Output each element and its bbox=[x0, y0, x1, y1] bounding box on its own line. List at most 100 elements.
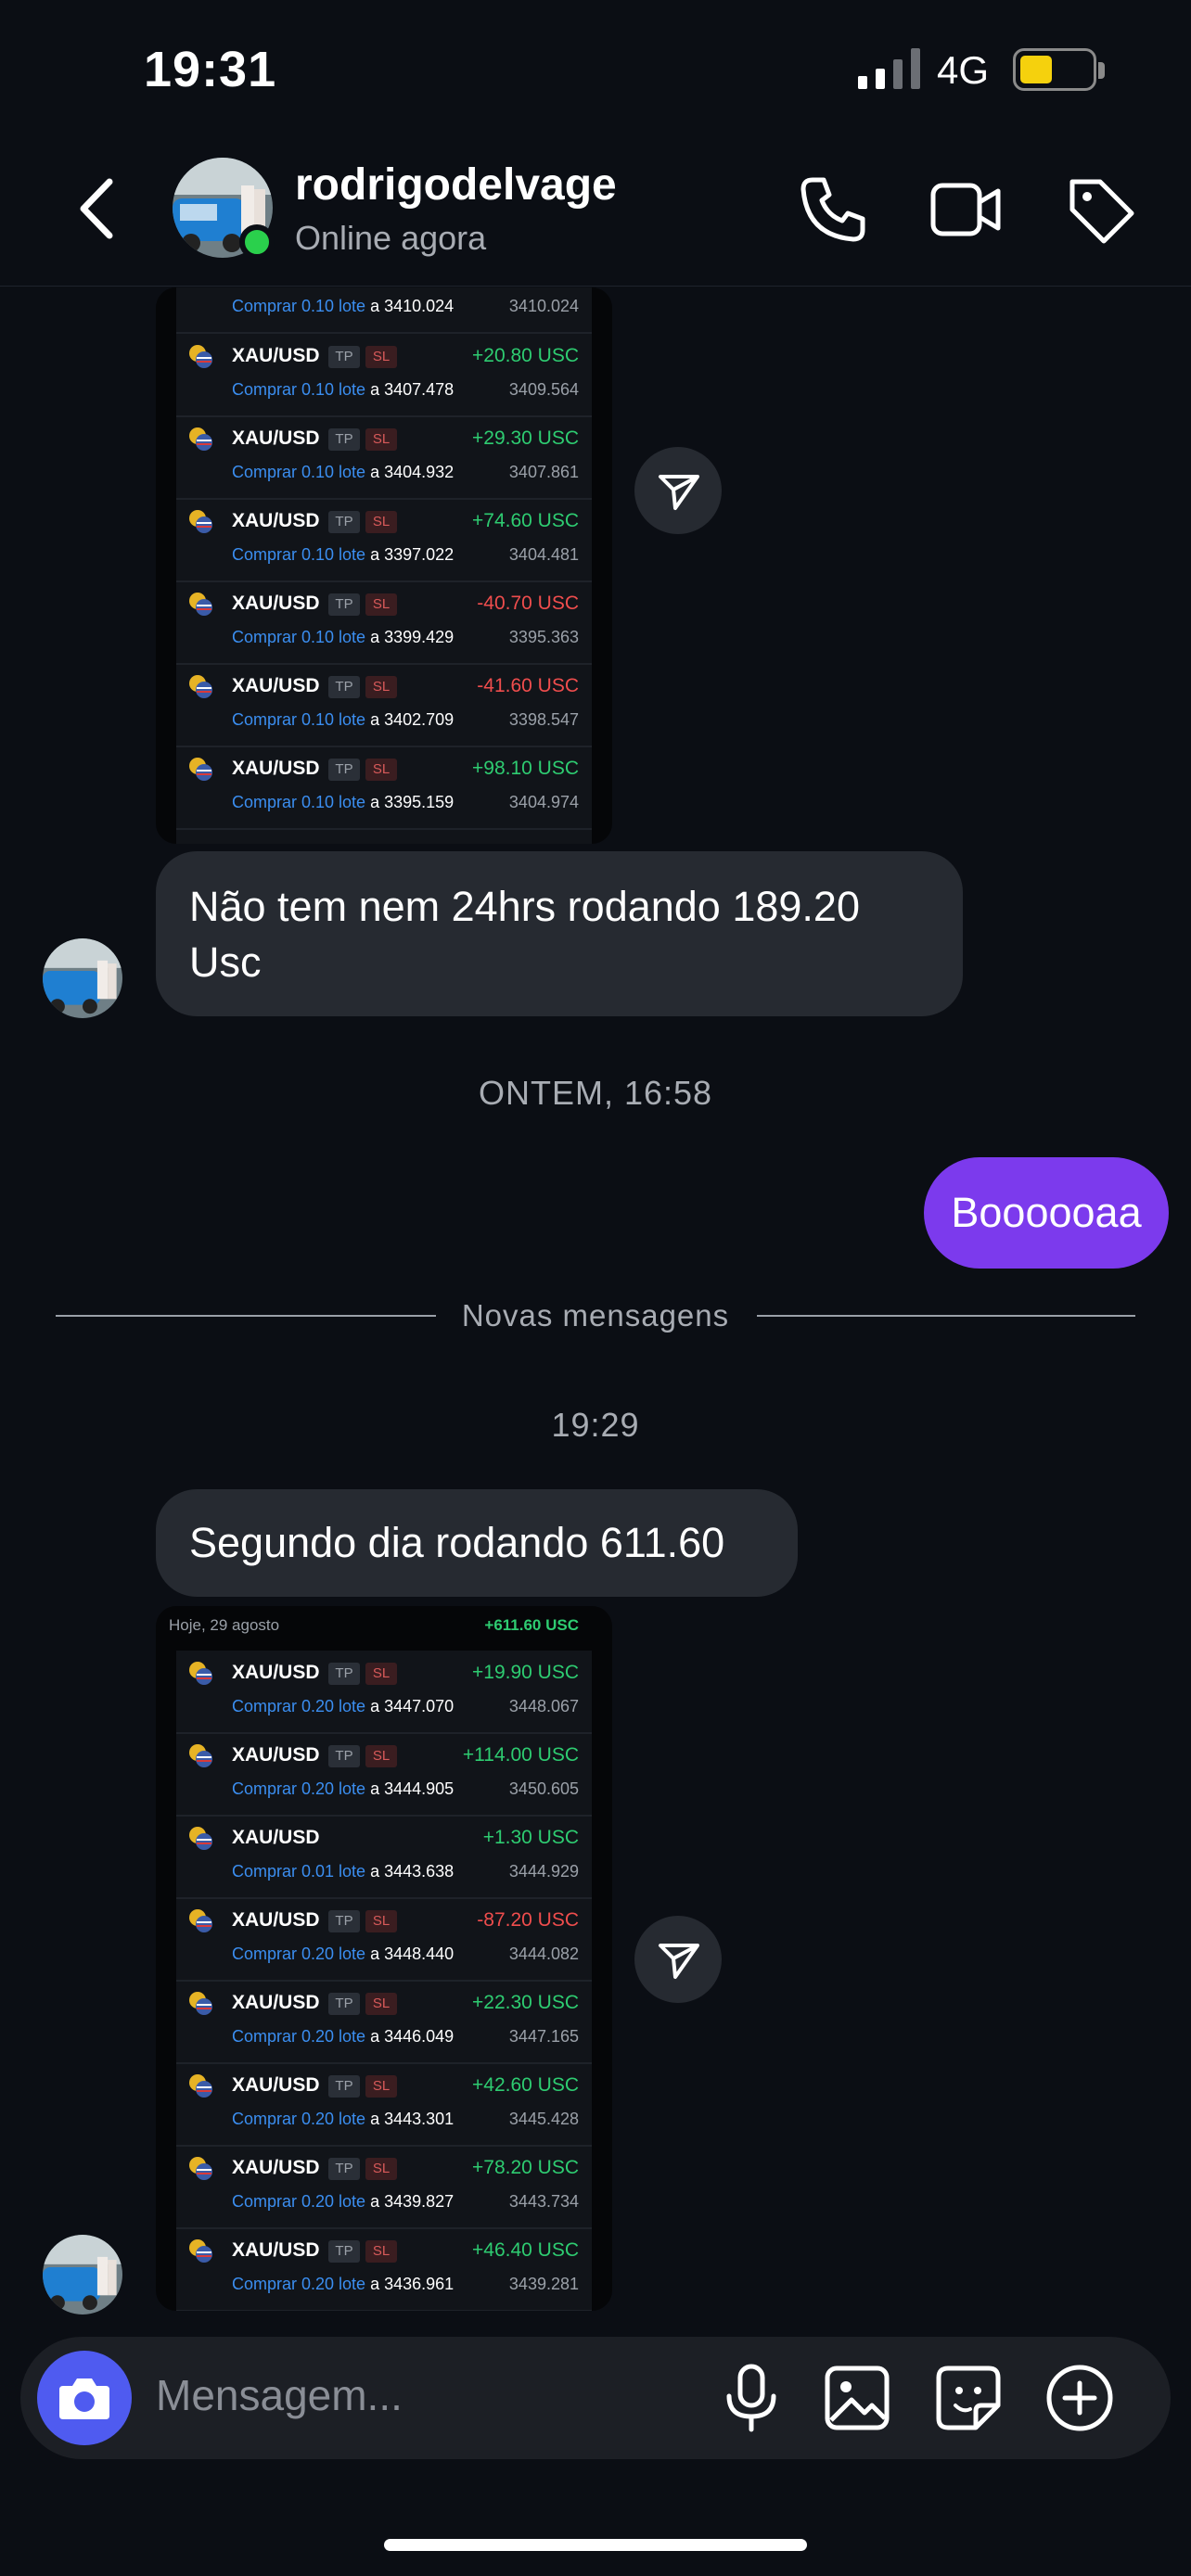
trade-screenshot-1[interactable]: Comprar 0.10 lote a 3410.024 3410.024 XA… bbox=[156, 287, 612, 844]
trade-row: XAU/USD TP SL +29.30 USC Comprar 0.10 lote a… bbox=[176, 416, 592, 500]
share-button[interactable] bbox=[634, 1916, 722, 2003]
trade-row: XAU/USD TP SL +78.20 USC Comprar 0.20 lote a… bbox=[176, 2146, 592, 2229]
trade-pnl: +46.40 USC bbox=[472, 2239, 579, 2261]
status-time: 19:31 bbox=[144, 42, 277, 97]
trade-symbol: XAU/USD bbox=[232, 1744, 320, 1766]
trade-row: XAU/USD TP SL +46.40 USC Comprar 0.20 lote a… bbox=[176, 2228, 592, 2311]
sl-badge: SL bbox=[365, 2240, 397, 2263]
trade-row: XAU/USD TP SL -41.60 USC Comprar 0.10 lote a… bbox=[176, 664, 592, 747]
microphone-icon[interactable] bbox=[720, 2363, 783, 2433]
trade-symbol: XAU/USD bbox=[232, 675, 320, 696]
trade-detail: Comprar 0.20 lote a 3446.049 bbox=[232, 2027, 455, 2046]
trade-detail: Comprar 0.20 lote a 3436.961 bbox=[232, 2275, 455, 2293]
sl-badge: SL bbox=[365, 428, 397, 451]
trade-pnl: +114.00 USC bbox=[462, 1744, 579, 1766]
trade-screenshot-2[interactable]: XAU/USD TP SL +19.90 USC Comprar 0.20 lote a… bbox=[156, 1606, 612, 2311]
trade-pnl: +19.90 USC bbox=[472, 1662, 579, 1683]
trade-symbol: XAU/USD bbox=[232, 427, 320, 449]
trade-pnl: -87.20 USC bbox=[477, 1909, 579, 1931]
gallery-icon[interactable] bbox=[824, 2365, 890, 2431]
trade-list-2: XAU/USD TP SL +19.90 USC Comprar 0.20 lote a… bbox=[176, 1651, 592, 2311]
send-icon bbox=[659, 475, 699, 510]
trade-symbol: XAU/USD bbox=[232, 345, 320, 366]
trade-row: XAU/USD TP SL -40.70 USC Comprar 0.10 lote a… bbox=[176, 581, 592, 665]
cellular-signal-icon bbox=[858, 48, 920, 89]
trade-current-price: 3395.363 bbox=[508, 628, 579, 646]
sender-avatar[interactable] bbox=[43, 938, 122, 1018]
trade-current-price: 3445.428 bbox=[508, 2110, 579, 2128]
trade-symbol: XAU/USD bbox=[232, 1662, 320, 1683]
trade-detail: Comprar 0.20 lote a 3447.070 bbox=[232, 1697, 455, 1715]
trade-pnl: +22.30 USC bbox=[472, 1992, 579, 2013]
plus-icon[interactable] bbox=[1044, 2363, 1115, 2433]
trade-current-price: 3444.929 bbox=[508, 1862, 579, 1881]
sl-badge: SL bbox=[365, 1745, 397, 1767]
trade-current-price: 3439.281 bbox=[508, 2275, 579, 2293]
message-text: Não tem nem 24hrs rodando 189.20 Usc bbox=[189, 883, 860, 986]
contact-name[interactable]: rodrigodelvage bbox=[295, 159, 617, 210]
tp-badge: TP bbox=[328, 2075, 360, 2098]
message-bubble-incoming[interactable]: Segundo dia rodando 611.60 bbox=[156, 1489, 798, 1597]
trade-row: XAU/USD +1.30 USC Comprar 0.01 lote a 3443… bbox=[176, 1816, 592, 1899]
back-chevron-icon[interactable] bbox=[72, 174, 124, 243]
trade-detail: Comprar 0.20 lote a 3448.440 bbox=[232, 1945, 455, 1963]
send-icon bbox=[659, 1944, 699, 1979]
gold-usd-icon bbox=[189, 758, 212, 781]
message-bubble-outgoing[interactable]: Boooooaa bbox=[924, 1157, 1169, 1269]
trade-symbol: XAU/USD bbox=[232, 2239, 320, 2261]
trade-row: XAU/USD TP SL +42.60 USC Comprar 0.20 lote a… bbox=[176, 2063, 592, 2147]
tag-icon[interactable] bbox=[1063, 172, 1137, 247]
trade-row: XAU/USD TP SL +98.10 USC Comprar 0.10 lote a… bbox=[176, 746, 592, 830]
tp-badge: TP bbox=[328, 1910, 360, 1932]
message-input[interactable]: Mensagem... bbox=[156, 2370, 403, 2420]
gold-usd-icon bbox=[189, 675, 212, 698]
trade-symbol: XAU/USD bbox=[232, 1992, 320, 2013]
home-indicator bbox=[384, 2539, 807, 2551]
message-bubble-incoming[interactable]: Não tem nem 24hrs rodando 189.20 Usc bbox=[156, 851, 963, 1016]
trade-row: XAU/USD TP SL -87.20 USC Comprar 0.20 lote a… bbox=[176, 1898, 592, 1982]
trade-detail: Comprar 0.20 lote a 3444.905 bbox=[232, 1779, 455, 1798]
trade-current-price: 3444.082 bbox=[508, 1945, 579, 1963]
tp-badge: TP bbox=[328, 676, 360, 698]
gold-usd-icon bbox=[189, 2074, 212, 2098]
share-button[interactable] bbox=[634, 447, 722, 534]
gold-usd-icon bbox=[189, 2239, 212, 2263]
trade-detail: Comprar 0.10 lote a 3410.024 bbox=[232, 297, 455, 315]
trade-pnl: +29.30 USC bbox=[472, 427, 579, 449]
gold-usd-icon bbox=[189, 510, 212, 533]
camera-button[interactable] bbox=[37, 2351, 132, 2445]
sl-badge: SL bbox=[365, 676, 397, 698]
gold-usd-icon bbox=[189, 2157, 212, 2180]
sl-badge: SL bbox=[365, 1663, 397, 1685]
tp-badge: TP bbox=[328, 1745, 360, 1767]
battery-level bbox=[1020, 56, 1052, 83]
gold-usd-icon bbox=[189, 1662, 212, 1685]
trade-detail: Comprar 0.10 lote a 3397.022 bbox=[232, 545, 455, 564]
trade-current-price: 3404.974 bbox=[508, 793, 579, 811]
timestamp: 19:29 bbox=[551, 1406, 640, 1444]
trade-detail: Comprar 0.20 lote a 3439.827 bbox=[232, 2192, 455, 2211]
gold-usd-icon bbox=[189, 427, 212, 451]
trade-symbol: XAU/USD bbox=[232, 1909, 320, 1931]
tp-badge: TP bbox=[328, 2158, 360, 2180]
tp-badge: TP bbox=[328, 2240, 360, 2263]
trade-current-price: 3443.734 bbox=[508, 2192, 579, 2211]
trade-detail: Comprar 0.10 lote a 3407.478 bbox=[232, 380, 455, 399]
trade-row: XAU/USD TP SL +20.80 USC Comprar 0.10 lote a… bbox=[176, 334, 592, 417]
trade-row: XAU/USD TP SL +114.00 USC Comprar 0.20 lote … bbox=[176, 1733, 592, 1817]
sender-avatar[interactable] bbox=[43, 2235, 122, 2315]
phone-icon[interactable] bbox=[796, 172, 870, 247]
trade-pnl: +74.60 USC bbox=[472, 510, 579, 531]
trade-detail: Comprar 0.10 lote a 3399.429 bbox=[232, 628, 455, 646]
gold-usd-icon bbox=[189, 1992, 212, 2015]
network-type: 4G bbox=[937, 48, 990, 92]
gold-usd-icon bbox=[189, 1744, 212, 1767]
trade-current-price: 3409.564 bbox=[508, 380, 579, 399]
sticker-icon[interactable] bbox=[935, 2365, 1002, 2431]
trade-list-date: Hoje, 29 agosto bbox=[169, 1616, 280, 1634]
trade-current-price: 3410.024 bbox=[508, 297, 579, 315]
message-text: Segundo dia rodando 611.60 bbox=[189, 1519, 725, 1566]
new-messages-divider: Novas mensagens bbox=[461, 1298, 730, 1333]
trade-symbol: XAU/USD bbox=[232, 510, 320, 531]
video-icon[interactable] bbox=[928, 172, 1002, 247]
